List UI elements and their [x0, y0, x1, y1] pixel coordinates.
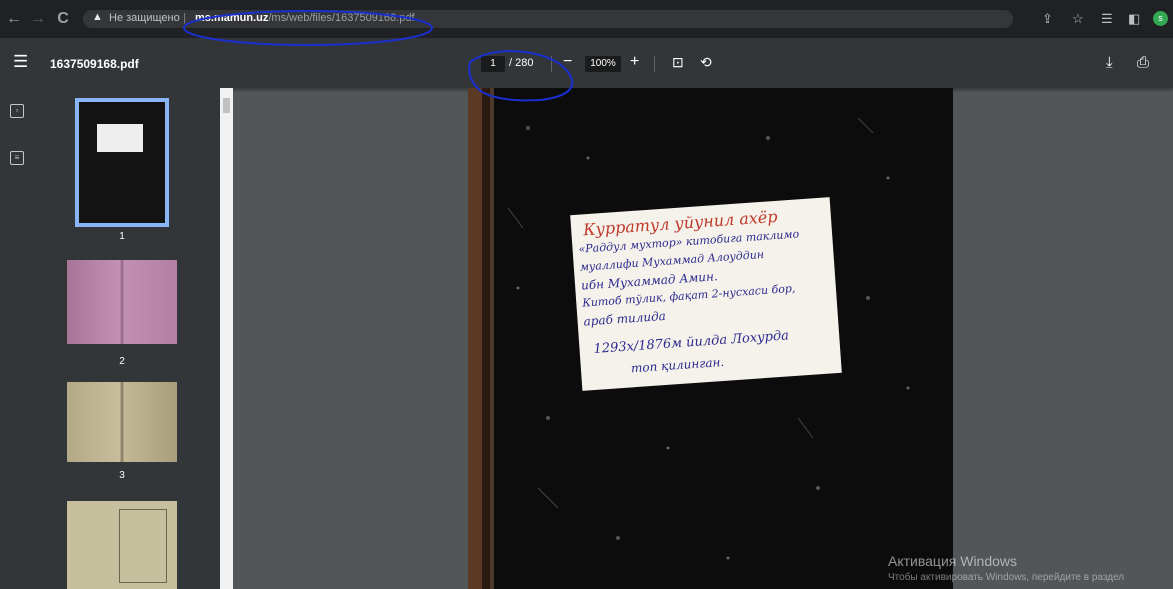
- hand-drawn-annotations: [183, 10, 574, 102]
- page-count-circle-annotation: [468, 50, 574, 102]
- url-circle-annotation: [183, 10, 433, 46]
